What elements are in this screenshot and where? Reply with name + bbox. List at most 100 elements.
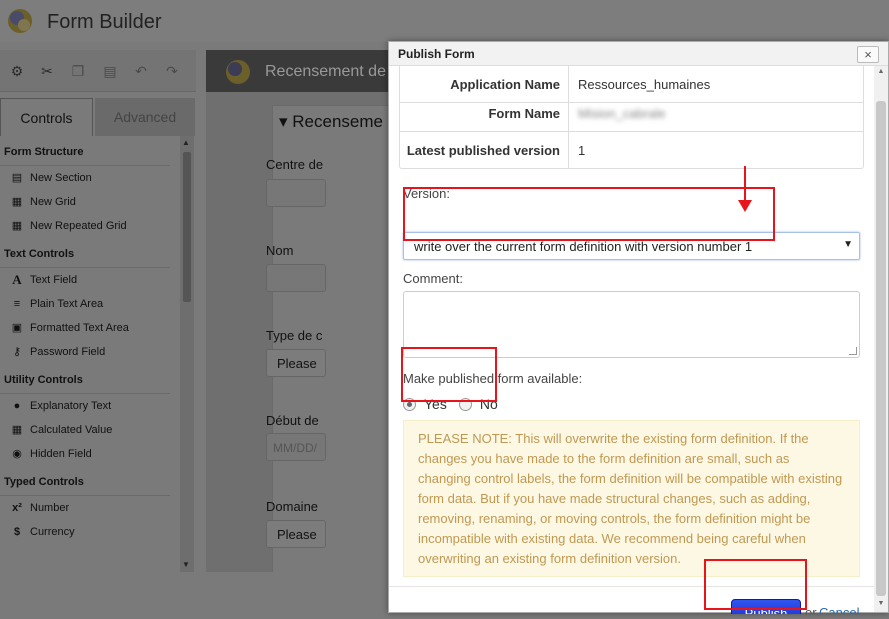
palette-item-label: Formatted Text Area xyxy=(30,322,129,334)
paste-icon[interactable]: ▤ xyxy=(101,62,119,80)
app-title: Form Builder xyxy=(47,11,162,33)
palette-item-plain-text-area[interactable]: ≡ Plain Text Area xyxy=(0,292,178,316)
palette-item-label: Password Field xyxy=(30,346,106,358)
redo-icon[interactable]: ↷ xyxy=(163,62,181,80)
control-palette: Form Structure ▤ New Section ▦ New Grid ▦ N… xyxy=(0,136,178,572)
palette-item-password-field[interactable]: ⚷ Password Field xyxy=(0,340,178,364)
cancel-link[interactable]: Cancel xyxy=(819,605,859,614)
key-icon: ⚷ xyxy=(12,346,22,358)
palette-item-new-grid[interactable]: ▦ New Grid xyxy=(0,190,178,214)
field-label: Nom xyxy=(266,243,294,258)
palette-item-label: Number xyxy=(30,502,70,514)
field-select[interactable]: Please xyxy=(266,520,326,548)
cut-icon[interactable]: ✂ xyxy=(38,62,56,80)
palette-item-label: Calculated Value xyxy=(30,424,113,436)
info-key: Latest published version xyxy=(400,132,569,169)
palette-item-explanatory-text[interactable]: ● Explanatory Text xyxy=(0,394,178,418)
palette-item-label: Explanatory Text xyxy=(30,400,112,412)
annotation-arrow-head xyxy=(738,200,752,212)
info-row: Latest published version 1 xyxy=(400,132,863,169)
left-panel: ⚙ ✂ ❐ ▤ ↶ ↷ Controls Advanced Form Struc… xyxy=(0,50,196,572)
section-title[interactable]: ▾ Recenseme xyxy=(279,112,383,132)
scroll-thumb[interactable] xyxy=(183,152,191,302)
form-topbar: Recensement de xyxy=(206,50,390,92)
scroll-up-icon[interactable]: ▲ xyxy=(876,68,886,75)
form-editor-area: Recensement de ▾ Recenseme Centre de Nom… xyxy=(206,50,390,575)
palette-group-title: Text Controls xyxy=(0,238,170,268)
dialog-scrollbar[interactable]: ▲ ▼ xyxy=(874,66,888,612)
field-label: Domaine xyxy=(266,499,319,514)
comment-label: Comment: xyxy=(403,271,463,286)
palette-group-title: Form Structure xyxy=(0,136,170,166)
field-label: Centre de xyxy=(266,157,324,172)
html-icon: ▣ xyxy=(11,322,23,334)
palette-scrollbar[interactable]: ▲ ▼ xyxy=(180,136,194,572)
info-key: Form Name xyxy=(400,95,569,132)
date-input[interactable]: MM/DD/ xyxy=(266,433,326,461)
palette-group-title: Utility Controls xyxy=(0,364,170,394)
scroll-up-icon[interactable]: ▲ xyxy=(182,138,190,147)
field-label: Type de c xyxy=(266,328,323,343)
scroll-down-icon[interactable]: ▼ xyxy=(182,560,190,569)
palette-item-text-field[interactable]: A Text Field xyxy=(0,268,178,292)
section-icon: ▤ xyxy=(11,172,23,184)
bottom-strip xyxy=(0,572,388,619)
tab-controls[interactable]: Controls xyxy=(0,98,93,136)
app-header: Form Builder xyxy=(0,0,889,42)
palette-item-hidden-field[interactable]: ◉ Hidden Field xyxy=(0,442,178,466)
palette-item-label: New Grid xyxy=(30,196,76,208)
field-input[interactable] xyxy=(266,264,326,292)
eye-slash-icon: ◉ xyxy=(12,448,22,460)
info-row: Form Name Mision_cabrale xyxy=(400,95,863,132)
superscript-icon: x² xyxy=(12,502,22,514)
close-icon[interactable]: × xyxy=(857,46,879,63)
annotation-arrow xyxy=(744,166,746,204)
grid-icon: ▦ xyxy=(11,196,23,208)
field-label: Début de xyxy=(266,413,319,428)
text-area-icon: ≡ xyxy=(13,298,21,310)
palette-item-label: Hidden Field xyxy=(30,448,92,460)
resize-grip-icon[interactable] xyxy=(849,347,857,355)
palette-item-currency[interactable]: $ Currency xyxy=(0,520,178,544)
scroll-down-icon[interactable]: ▼ xyxy=(876,600,886,607)
info-value-blurred: Mision_cabrale xyxy=(578,106,666,121)
form-info-table: Application Name Ressources_humaines For… xyxy=(399,66,864,169)
palette-item-calculated-value[interactable]: ▦ Calculated Value xyxy=(0,418,178,442)
comment-icon: ● xyxy=(13,400,21,412)
publish-form-dialog: Publish Form × Application Name Ressourc… xyxy=(388,41,889,614)
annotation-box-publish xyxy=(704,559,807,610)
caret-down-icon: ▼ xyxy=(843,239,853,250)
palette-item-label: Plain Text Area xyxy=(30,298,104,310)
palette-item-label: Text Field xyxy=(30,274,78,286)
field-select[interactable]: Please xyxy=(266,349,326,377)
palette-item-number[interactable]: x² Number xyxy=(0,496,178,520)
dialog-body: Application Name Ressources_humaines For… xyxy=(389,66,874,614)
calculator-icon: ▦ xyxy=(11,424,23,436)
undo-icon[interactable]: ↶ xyxy=(132,62,150,80)
info-value: 1 xyxy=(578,143,586,158)
palette-item-formatted-text-area[interactable]: ▣ Formatted Text Area xyxy=(0,316,178,340)
scroll-thumb[interactable] xyxy=(876,101,886,596)
dialog-titlebar: Publish Form × xyxy=(389,42,888,66)
dollar-icon: $ xyxy=(13,526,21,538)
palette-item-new-section[interactable]: ▤ New Section xyxy=(0,166,178,190)
dialog-title: Publish Form xyxy=(398,47,475,61)
section-title-text: Recenseme xyxy=(292,112,383,131)
form-title: Recensement de xyxy=(265,63,386,80)
form-logo xyxy=(226,60,250,84)
version-select-value: write over the current form definition w… xyxy=(414,239,753,254)
repeated-grid-icon: ▦ xyxy=(11,220,23,232)
palette-item-new-repeated-grid[interactable]: ▦ New Repeated Grid xyxy=(0,214,178,238)
annotation-box-available xyxy=(401,347,497,402)
text-field-icon: A xyxy=(12,272,22,287)
tab-advanced[interactable]: Advanced xyxy=(95,98,195,136)
gears-icon[interactable]: ⚙ xyxy=(8,62,26,80)
copy-icon[interactable]: ❐ xyxy=(69,62,87,80)
annotation-box-version xyxy=(403,187,775,241)
palette-group-title: Typed Controls xyxy=(0,466,170,496)
toolbar: ⚙ ✂ ❐ ▤ ↶ ↷ xyxy=(0,50,196,92)
field-input[interactable] xyxy=(266,179,326,207)
app-logo xyxy=(8,9,32,33)
palette-item-label: New Section xyxy=(30,172,92,184)
overwrite-warning-note: PLEASE NOTE: This will overwrite the exi… xyxy=(403,420,860,577)
